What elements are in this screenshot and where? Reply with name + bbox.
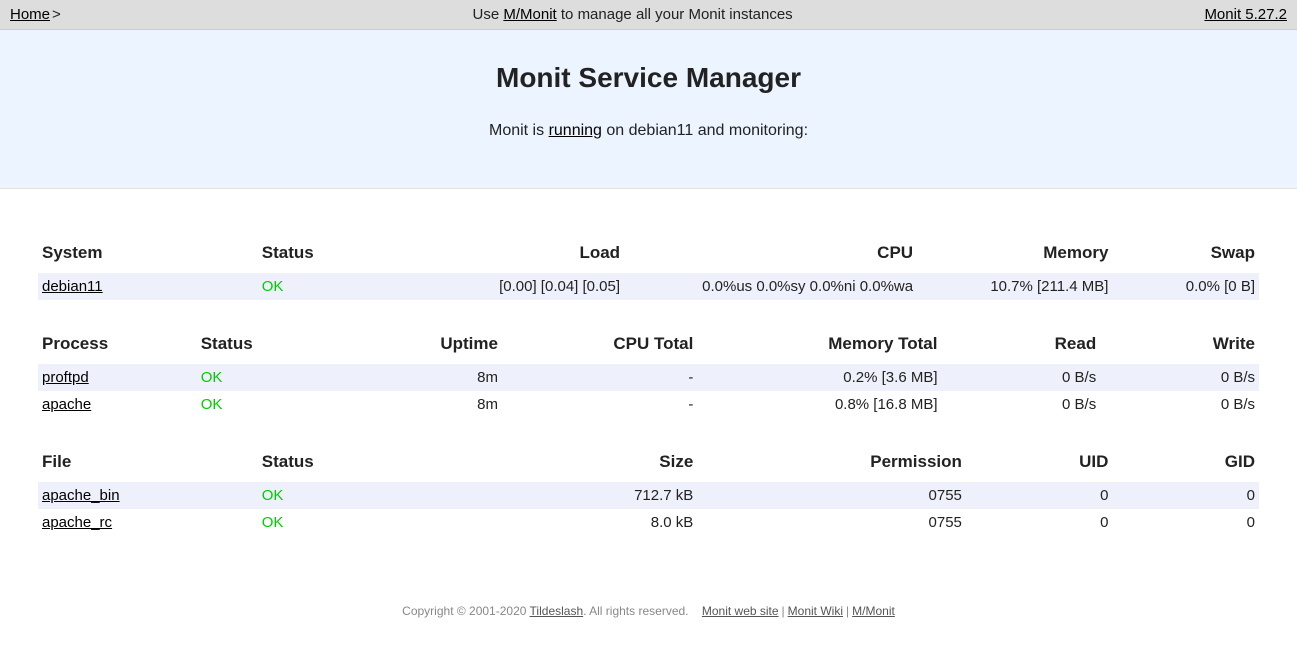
table-row: proftpd OK 8m - 0.2% [3.6 MB] 0 B/s 0 B/… xyxy=(38,364,1259,391)
cell-read: 0 B/s xyxy=(942,364,1101,391)
tildeslash-link[interactable]: Tildeslash xyxy=(530,604,584,618)
cell-uid: 0 xyxy=(966,509,1113,536)
mmonit-link[interactable]: M/Monit xyxy=(503,6,556,23)
col-status: Status xyxy=(258,237,405,273)
process-table: Process Status Uptime CPU Total Memory T… xyxy=(38,328,1259,418)
file-link[interactable]: apache_bin xyxy=(42,487,120,504)
cell-cpu: - xyxy=(502,364,697,391)
cell-permission: 0755 xyxy=(697,482,966,509)
separator: | xyxy=(843,604,852,618)
col-load: Load xyxy=(404,237,624,273)
col-size: Size xyxy=(478,446,698,482)
col-file: File xyxy=(38,446,258,482)
cell-cpu: 0.0%us 0.0%sy 0.0%ni 0.0%wa xyxy=(624,273,917,300)
cell-size: 8.0 kB xyxy=(478,509,698,536)
cell-swap: 0.0% [0 B] xyxy=(1112,273,1259,300)
cell-memory: 0.8% [16.8 MB] xyxy=(697,391,941,418)
cell-load: [0.00] [0.04] [0.05] xyxy=(404,273,624,300)
file-link[interactable]: apache_rc xyxy=(42,514,112,531)
table-row: apache_bin OK 712.7 kB 0755 0 0 xyxy=(38,482,1259,509)
cell-write: 0 B/s xyxy=(1100,364,1259,391)
col-status: Status xyxy=(197,328,344,364)
page-title: Monit Service Manager xyxy=(0,62,1297,94)
col-swap: Swap xyxy=(1112,237,1259,273)
col-memory: Memory xyxy=(917,237,1112,273)
system-table: System Status Load CPU Memory Swap debia… xyxy=(38,237,1259,300)
col-uid: UID xyxy=(966,446,1113,482)
col-process: Process xyxy=(38,328,197,364)
cell-gid: 0 xyxy=(1112,482,1259,509)
topbar: Home > Use M/Monit to manage all your Mo… xyxy=(0,0,1297,30)
mmonit-footer-link[interactable]: M/Monit xyxy=(852,604,895,618)
subtitle-post: on debian11 and monitoring: xyxy=(602,122,808,139)
col-system: System xyxy=(38,237,258,273)
process-link[interactable]: proftpd xyxy=(42,369,89,386)
col-cpu: CPU xyxy=(624,237,917,273)
cell-uptime: 8m xyxy=(343,364,502,391)
status-badge: OK xyxy=(258,509,478,536)
status-badge: OK xyxy=(197,391,344,418)
cell-permission: 0755 xyxy=(697,509,966,536)
col-write: Write xyxy=(1100,328,1259,364)
content: System Status Load CPU Memory Swap debia… xyxy=(0,189,1297,584)
cell-size: 712.7 kB xyxy=(478,482,698,509)
col-gid: GID xyxy=(1112,446,1259,482)
status-badge: OK xyxy=(197,364,344,391)
topbar-text-pre: Use xyxy=(473,6,504,23)
breadcrumb-arrow: > xyxy=(52,6,61,23)
table-row: debian11 OK [0.00] [0.04] [0.05] 0.0%us … xyxy=(38,273,1259,300)
home-link[interactable]: Home xyxy=(10,6,50,23)
copyright-pre: Copyright © 2001-2020 xyxy=(402,604,529,618)
cell-cpu: - xyxy=(502,391,697,418)
status-badge: OK xyxy=(258,482,478,509)
topbar-text-post: to manage all your Monit instances xyxy=(557,6,793,23)
system-link[interactable]: debian11 xyxy=(42,278,103,295)
col-permission: Permission xyxy=(697,446,966,482)
running-link[interactable]: running xyxy=(549,122,602,139)
table-row: apache_rc OK 8.0 kB 0755 0 0 xyxy=(38,509,1259,536)
col-uptime: Uptime xyxy=(343,328,502,364)
cell-write: 0 B/s xyxy=(1100,391,1259,418)
col-memory-total: Memory Total xyxy=(697,328,941,364)
cell-memory: 0.2% [3.6 MB] xyxy=(697,364,941,391)
separator: | xyxy=(779,604,788,618)
version-link[interactable]: Monit 5.27.2 xyxy=(1204,6,1287,23)
cell-uptime: 8m xyxy=(343,391,502,418)
copyright-post: . All rights reserved. xyxy=(583,604,688,618)
file-table: File Status Size Permission UID GID apac… xyxy=(38,446,1259,536)
process-link[interactable]: apache xyxy=(42,396,91,413)
cell-read: 0 B/s xyxy=(942,391,1101,418)
col-status: Status xyxy=(258,446,478,482)
col-read: Read xyxy=(942,328,1101,364)
cell-gid: 0 xyxy=(1112,509,1259,536)
header: Monit Service Manager Monit is running o… xyxy=(0,30,1297,189)
status-badge: OK xyxy=(258,273,405,300)
footer: Copyright © 2001-2020 Tildeslash. All ri… xyxy=(0,584,1297,648)
table-row: apache OK 8m - 0.8% [16.8 MB] 0 B/s 0 B/… xyxy=(38,391,1259,418)
monit-web-link[interactable]: Monit web site xyxy=(702,604,779,618)
cell-uid: 0 xyxy=(966,482,1113,509)
col-cpu-total: CPU Total xyxy=(502,328,697,364)
monit-wiki-link[interactable]: Monit Wiki xyxy=(788,604,843,618)
cell-memory: 10.7% [211.4 MB] xyxy=(917,273,1112,300)
subtitle-pre: Monit is xyxy=(489,122,549,139)
